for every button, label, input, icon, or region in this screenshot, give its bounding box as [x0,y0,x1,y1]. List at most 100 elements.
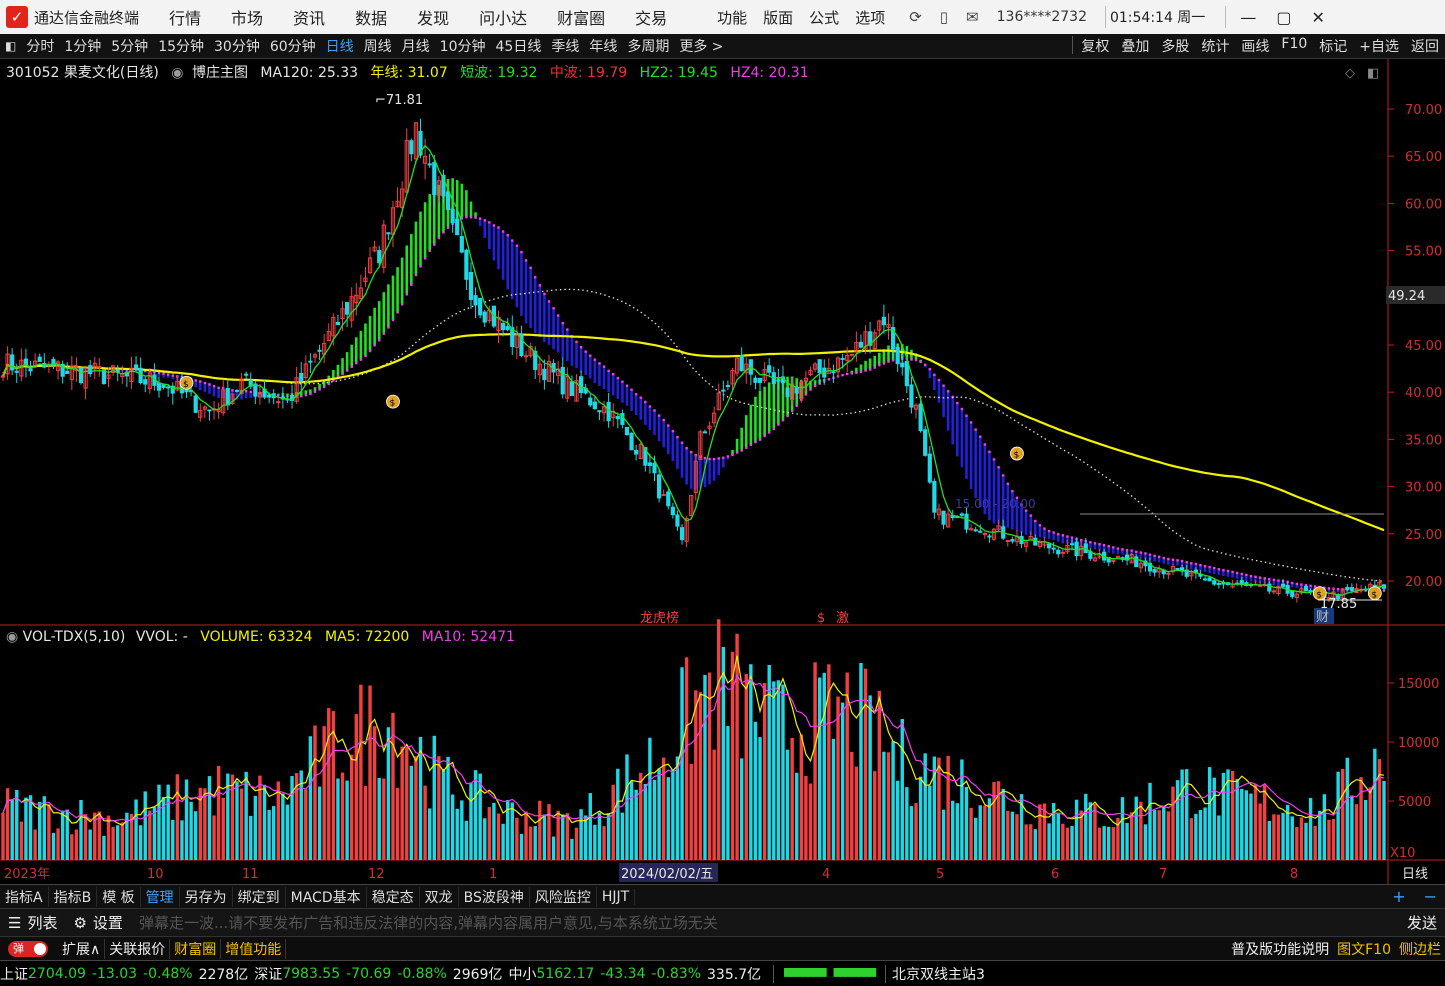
tab-save-as[interactable]: 另存为 [180,886,233,907]
kline-chart-area[interactable]: 70.0065.0060.0055.0050.0045.0040.0035.00… [0,59,1445,885]
mail-icon[interactable]: ✉ [966,8,979,26]
version-help-button[interactable]: 普及版功能说明 [1227,939,1333,959]
menu-gongneng[interactable]: 功能 [717,7,747,28]
candle-body [973,529,978,532]
candle-body [982,533,987,536]
period-quarterly[interactable]: 季线 [551,36,579,56]
magenta-wave-band [1,215,1386,592]
money-marker-icon[interactable]: $ [817,611,825,626]
menu-banmian[interactable]: 版面 [763,7,793,28]
danmu-settings-button[interactable]: ⚙ 设置 [65,912,130,933]
send-button[interactable]: 发送 [1407,912,1437,933]
value-added-button[interactable]: 增值功能 [221,938,287,959]
cai-marker[interactable]: 财 [1316,610,1329,625]
period-yearly[interactable]: 年线 [589,36,617,56]
ji-marker[interactable]: 激 [836,611,849,626]
period-weekly[interactable]: 周线 [364,36,392,56]
tool-back[interactable]: 返回 [1411,36,1439,56]
period-5min[interactable]: 5分钟 [111,36,148,56]
diamond-icon[interactable]: ◇ [1345,66,1355,81]
menu-gongshi[interactable]: 公式 [809,7,839,28]
period-45day[interactable]: 45日线 [496,36,542,56]
tool-duogu[interactable]: 多股 [1161,36,1189,56]
volume-bar [808,783,813,860]
menu-zixun[interactable]: 资讯 [293,5,325,29]
menu-xuanxiang[interactable]: 选项 [855,7,885,28]
period-multi[interactable]: 多周期 [627,36,669,56]
user-account[interactable]: 136****2732 [997,9,1087,25]
volume-bar [157,784,161,860]
period-15min[interactable]: 15分钟 [158,36,204,56]
candle-body [679,527,685,541]
refresh-icon[interactable]: ⟳ [909,8,922,26]
tool-biaoji[interactable]: 标记 [1319,36,1347,56]
zx-index-label[interactable]: 中小 [508,964,536,984]
period-10min[interactable]: 10分钟 [440,36,486,56]
volume-bar [1331,818,1336,860]
menu-faxian[interactable]: 发现 [417,5,449,29]
period-60min[interactable]: 60分钟 [270,36,316,56]
phone-icon[interactable]: ▯ [940,8,948,26]
menu-shichang[interactable]: 市场 [231,5,263,29]
volume-bar [730,651,735,860]
tool-huaxian[interactable]: 画线 [1241,36,1269,56]
sidebar-button[interactable]: 侧边栏 [1395,939,1445,959]
period-more[interactable]: 更多 > [679,36,723,56]
minus-icon[interactable]: − [1424,887,1437,906]
tab-bs-boduan[interactable]: BS波段神 [459,886,530,907]
sh-index-label[interactable]: 上证 [0,964,28,984]
tool-diejia[interactable]: 叠加 [1121,36,1149,56]
related-quotes-button[interactable]: 关联报价 [105,938,171,959]
menu-hangqing[interactable]: 行情 [169,5,201,29]
volume-bar [634,789,638,860]
danmu-input[interactable]: 弹幕走一波...请不要发布广告和违反法律的内容,弹幕内容属用户意见,与本系统立场… [139,912,718,933]
server-status[interactable]: 北京双线主站3 [892,964,985,984]
tab-wendingtai[interactable]: 稳定态 [367,886,420,907]
price-axis: 70.0065.0060.0055.0050.0045.0040.0035.00… [1388,103,1442,590]
tab-template[interactable]: 模 板 [97,886,141,907]
time-label-1: 1 [489,867,497,882]
period-monthly[interactable]: 月线 [402,36,430,56]
zx-index-value: 5162.17 [536,965,595,982]
caifuquan-button[interactable]: 财富圈 [170,938,222,959]
sz-index-label[interactable]: 深证 [254,964,282,984]
menu-shuju[interactable]: 数据 [355,5,387,29]
sidebar-toggle-icon[interactable]: ◧ [5,39,16,53]
volume-bar [1166,811,1171,860]
danmu-list-button[interactable]: ☰ 列表 [0,912,65,933]
candle-body [78,367,84,384]
tab-zhibiao-b[interactable]: 指标B [49,886,98,907]
tab-manage[interactable]: 管理 [141,886,180,907]
volume-bar [1171,786,1175,860]
close-icon[interactable]: ✕ [1311,8,1324,27]
plus-icon[interactable]: + [1392,887,1405,906]
restore-icon[interactable]: ▢ [1276,8,1291,27]
candle-body [317,349,322,352]
panel-icon[interactable]: ◧ [1367,66,1379,81]
tool-add-watchlist[interactable]: +自选 [1359,36,1399,56]
money-bag-icon: $ [386,394,400,409]
tab-bind-to[interactable]: 绑定到 [233,886,286,907]
minimize-icon[interactable]: — [1240,8,1256,27]
period-fenshi[interactable]: 分时 [26,36,54,56]
longhubang-marker[interactable]: 龙虎榜 [640,610,679,626]
menu-jiaoyi[interactable]: 交易 [635,5,667,29]
tool-fuquan[interactable]: 复权 [1081,36,1109,56]
menu-wenxiaoda[interactable]: 问小达 [479,5,527,29]
volume-bar [1148,782,1152,860]
f10-button[interactable]: 图文F10 [1333,939,1395,959]
tab-shuanglong[interactable]: 双龙 [420,886,459,907]
tab-fengxian[interactable]: 风险监控 [530,886,597,907]
danmu-toggle[interactable]: 弹 [8,940,48,957]
period-daily[interactable]: 日线 [326,36,354,56]
period-1min[interactable]: 1分钟 [64,36,101,56]
period-30min[interactable]: 30分钟 [214,36,260,56]
tab-zhibiao-a[interactable]: 指标A [0,886,49,907]
money-bag-icon: $ [1010,446,1024,461]
tool-f10[interactable]: F10 [1281,36,1307,56]
tab-macd[interactable]: MACD基本 [286,886,367,907]
menu-caifuquan[interactable]: 财富圈 [557,5,605,29]
tab-hjjt[interactable]: HJJT [597,888,636,905]
tool-tongji[interactable]: 统计 [1201,36,1229,56]
expand-button[interactable]: 扩展∧ [58,938,106,959]
